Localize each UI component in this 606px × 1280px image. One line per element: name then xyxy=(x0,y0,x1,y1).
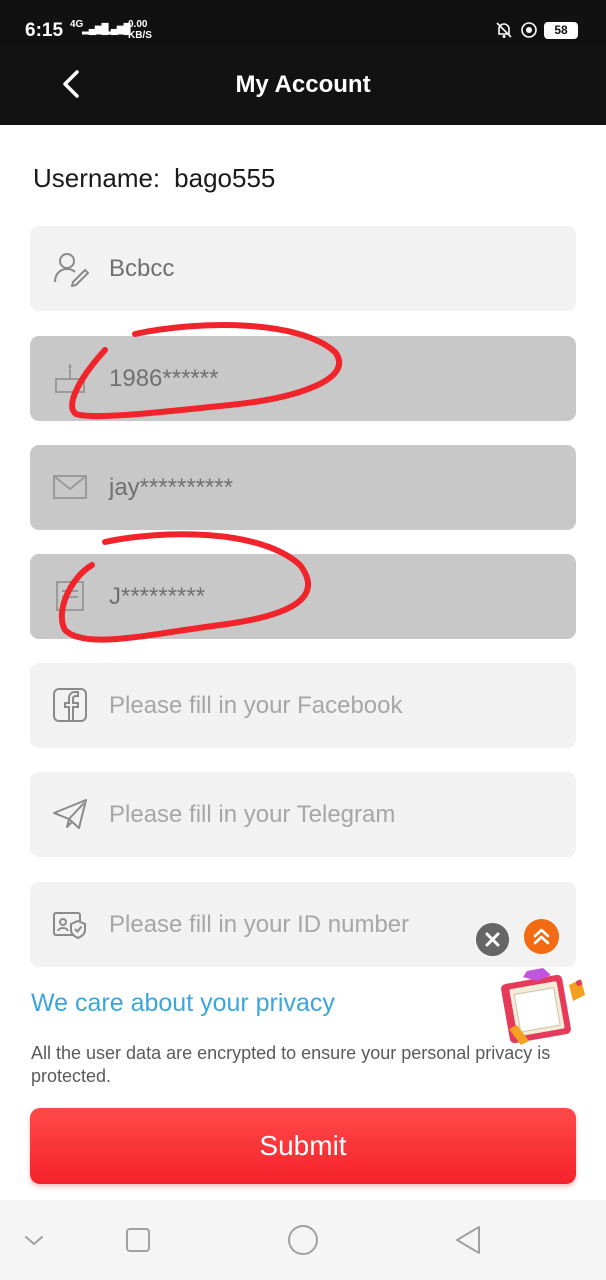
home-circle-icon[interactable] xyxy=(283,1220,323,1260)
status-bar: 6:15 4G ▂▄▆█ ▂▄▆█ 0.00 KB/S 58 xyxy=(0,0,606,46)
realname-value: J********* xyxy=(109,583,206,610)
network-speed: 0.00 KB/S xyxy=(128,19,152,41)
id-card-icon xyxy=(53,912,86,940)
speed-value: 0.00 xyxy=(128,19,148,30)
document-icon xyxy=(56,581,84,611)
username-label: Username: xyxy=(33,163,161,193)
envelope-icon xyxy=(53,475,87,499)
close-icon[interactable] xyxy=(476,923,509,956)
app-bar: My Account xyxy=(0,46,606,125)
privacy-description: All the user data are encrypted to ensur… xyxy=(31,1043,551,1086)
privacy-link[interactable]: We care about your privacy xyxy=(31,989,335,1018)
chevron-down-icon[interactable] xyxy=(14,1220,54,1260)
user-edit-icon xyxy=(54,253,89,287)
realname-field: J********* xyxy=(30,554,576,639)
speed-unit: KB/S xyxy=(128,30,152,41)
birthday-field: 1986****** xyxy=(30,336,576,421)
bell-muted-icon xyxy=(496,22,512,38)
telegram-icon xyxy=(53,799,87,829)
nickname-value: Bcbcc xyxy=(109,255,175,282)
email-field: jay********** xyxy=(30,445,576,530)
battery-level: 58 xyxy=(544,22,578,39)
double-chevron-up-icon[interactable] xyxy=(524,919,559,954)
gift-box-icon[interactable] xyxy=(499,965,589,1050)
page-title: My Account xyxy=(235,71,371,98)
birthday-cake-icon xyxy=(55,363,85,393)
username-value: bago555 xyxy=(174,163,276,193)
recents-square-icon[interactable] xyxy=(118,1220,158,1260)
id-number-placeholder: Please fill in your ID number xyxy=(109,911,410,938)
username-row: Username: bago555 xyxy=(33,163,275,194)
email-value: jay********** xyxy=(109,474,234,501)
telegram-field[interactable]: Please fill in your Telegram xyxy=(30,772,576,857)
data-saver-icon xyxy=(521,22,537,38)
status-time: 6:15 xyxy=(25,20,64,41)
birthday-value: 1986****** xyxy=(109,365,219,392)
facebook-icon xyxy=(53,688,87,722)
system-nav-bar xyxy=(0,1200,606,1280)
back-triangle-icon[interactable] xyxy=(448,1220,488,1260)
signal-icon: ▂▄▆█ xyxy=(104,24,131,35)
submit-button[interactable]: Submit xyxy=(30,1108,576,1184)
telegram-placeholder: Please fill in your Telegram xyxy=(109,801,396,828)
nickname-field[interactable]: Bcbcc xyxy=(30,226,576,311)
facebook-placeholder: Please fill in your Facebook xyxy=(109,692,403,719)
facebook-field[interactable]: Please fill in your Facebook xyxy=(30,663,576,748)
